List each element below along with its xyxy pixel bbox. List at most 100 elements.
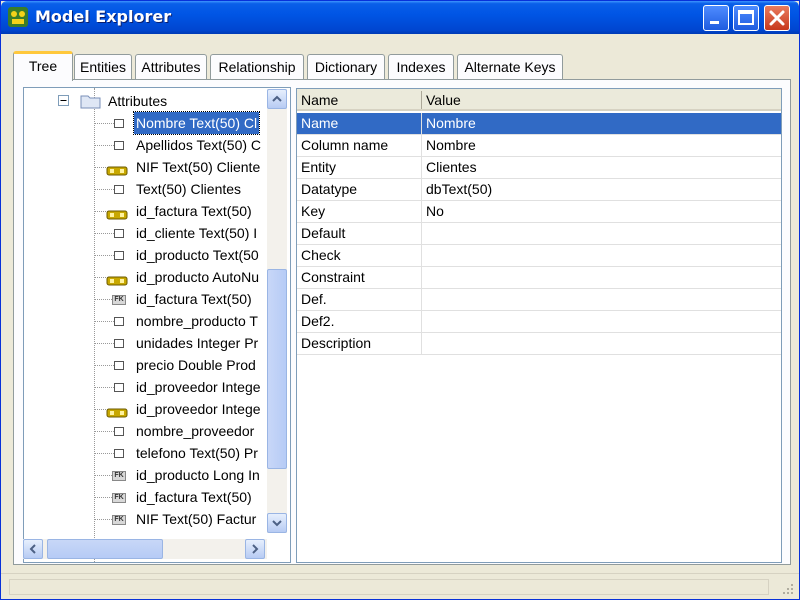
tree-horizontal-scrollbar[interactable]: [23, 539, 267, 559]
chevron-down-icon: [272, 520, 282, 527]
property-value[interactable]: [422, 289, 781, 310]
close-button[interactable]: [764, 5, 790, 31]
property-row[interactable]: Key No: [297, 201, 781, 223]
tab-relationship[interactable]: Relationship: [210, 54, 304, 80]
property-value[interactable]: [422, 223, 781, 244]
tree-item[interactable]: id_producto Text(50: [24, 244, 274, 266]
maximize-button[interactable]: [733, 5, 759, 31]
close-icon: [769, 10, 785, 26]
resize-grip-icon[interactable]: [781, 582, 795, 596]
tree-vertical-scrollbar[interactable]: [267, 89, 287, 533]
tree-item[interactable]: precio Double Prod: [24, 354, 274, 376]
tree-item[interactable]: id_proveedor Intege: [24, 376, 274, 398]
tree-item-label: nombre_producto T: [136, 313, 258, 329]
tab-attributes[interactable]: Attributes: [135, 54, 207, 80]
tree-item-label: precio Double Prod: [136, 357, 256, 373]
property-value[interactable]: [422, 333, 781, 354]
status-panel: [9, 579, 769, 595]
tab-alternate-keys[interactable]: Alternate Keys: [457, 54, 563, 80]
foreign-key-icon: FK: [112, 515, 126, 525]
tree-item-label: id_proveedor Intege: [136, 379, 261, 395]
column-header-value[interactable]: Value: [422, 89, 722, 111]
property-name: Datatype: [297, 179, 422, 200]
minimize-button[interactable]: [703, 5, 729, 31]
property-row[interactable]: Check: [297, 245, 781, 267]
scroll-down-button[interactable]: [267, 513, 287, 533]
property-value[interactable]: [422, 267, 781, 288]
property-value[interactable]: [422, 245, 781, 266]
attribute-icon: [114, 361, 124, 370]
property-row[interactable]: Entity Clientes: [297, 157, 781, 179]
property-name: Def2.: [297, 311, 422, 332]
property-row[interactable]: Datatype dbText(50): [297, 179, 781, 201]
property-value[interactable]: No: [422, 201, 781, 222]
attribute-icon: [114, 141, 124, 150]
attribute-icon: [114, 317, 124, 326]
tree-item[interactable]: FK id_factura Text(50): [24, 288, 274, 310]
property-row[interactable]: Description: [297, 333, 781, 355]
tab-strip: Tree Entities Attributes Relationship Di…: [13, 51, 793, 81]
attribute-icon: [114, 449, 124, 458]
property-row[interactable]: Name Nombre: [297, 113, 781, 135]
property-grid[interactable]: Name Value Name Nombre Column name Nombre En…: [296, 88, 782, 563]
scroll-up-button[interactable]: [267, 89, 287, 109]
attribute-icon: [114, 251, 124, 260]
property-value[interactable]: dbText(50): [422, 179, 781, 200]
grid-header: Name Value: [297, 89, 781, 111]
tree-item[interactable]: id_proveedor Intege: [24, 398, 274, 420]
tree-item[interactable]: FK id_producto Long In: [24, 464, 274, 486]
tree-item[interactable]: Nombre Text(50) Cl: [24, 111, 274, 135]
maximize-icon: [738, 10, 754, 25]
tab-entities[interactable]: Entities: [74, 54, 132, 80]
property-row[interactable]: Default: [297, 223, 781, 245]
scroll-right-button[interactable]: [245, 539, 265, 559]
tab-tree[interactable]: Tree: [13, 51, 73, 81]
title-bar[interactable]: Model Explorer: [1, 1, 799, 34]
tree-item[interactable]: FK id_factura Text(50): [24, 486, 274, 508]
tree-root-attributes[interactable]: Attributes: [24, 90, 274, 112]
scroll-thumb[interactable]: [267, 269, 287, 469]
foreign-key-icon: FK: [112, 295, 126, 305]
property-row[interactable]: Column name Nombre: [297, 135, 781, 157]
property-name: Name: [297, 113, 422, 134]
property-name: Check: [297, 245, 422, 266]
property-value[interactable]: Nombre: [422, 135, 781, 156]
tree-item[interactable]: nombre_proveedor: [24, 420, 274, 442]
tree-item[interactable]: telefono Text(50) Pr: [24, 442, 274, 464]
primary-key-icon: [106, 205, 128, 220]
property-name: Description: [297, 333, 422, 354]
foreign-key-icon: FK: [112, 471, 126, 481]
collapse-icon[interactable]: [58, 95, 70, 107]
tree-item[interactable]: id_producto AutoNu: [24, 266, 274, 288]
tree-item-label: id_factura Text(50): [136, 203, 252, 219]
tree-item-label: Apellidos Text(50) C: [136, 137, 262, 153]
primary-key-icon: [106, 403, 128, 418]
scroll-left-button[interactable]: [23, 539, 43, 559]
tree-item[interactable]: id_factura Text(50): [24, 200, 274, 222]
tree-item-label: id_producto AutoNu: [136, 269, 259, 285]
horizontal-scroll-thumb[interactable]: [47, 539, 163, 559]
tree-item[interactable]: unidades Integer Pr: [24, 332, 274, 354]
property-name: Key: [297, 201, 422, 222]
model-explorer-icon: [8, 7, 28, 27]
attribute-icon: [114, 339, 124, 348]
tree-item[interactable]: FK NIF Text(50) Factur: [24, 508, 274, 530]
tab-dictionary[interactable]: Dictionary: [307, 54, 385, 80]
attribute-icon: [114, 119, 124, 128]
property-row[interactable]: Def2.: [297, 311, 781, 333]
tab-indexes[interactable]: Indexes: [388, 54, 454, 80]
tree-item-label: id_factura Text(50): [136, 291, 252, 307]
tree-item[interactable]: Apellidos Text(50) C: [24, 134, 274, 156]
tree-item[interactable]: id_cliente Text(50) I: [24, 222, 274, 244]
tree-item[interactable]: nombre_producto T: [24, 310, 274, 332]
property-value[interactable]: Clientes: [422, 157, 781, 178]
property-value[interactable]: [422, 311, 781, 332]
tree-item[interactable]: NIF Text(50) Cliente: [24, 156, 274, 178]
tree-item[interactable]: Text(50) Clientes: [24, 178, 274, 200]
property-row[interactable]: Def.: [297, 289, 781, 311]
column-header-name[interactable]: Name: [297, 89, 421, 111]
property-value[interactable]: Nombre: [422, 113, 781, 134]
model-tree[interactable]: Attributes Nombre Text(50) Cl Apellidos T…: [23, 87, 291, 563]
property-row[interactable]: Constraint: [297, 267, 781, 289]
property-name: Default: [297, 223, 422, 244]
